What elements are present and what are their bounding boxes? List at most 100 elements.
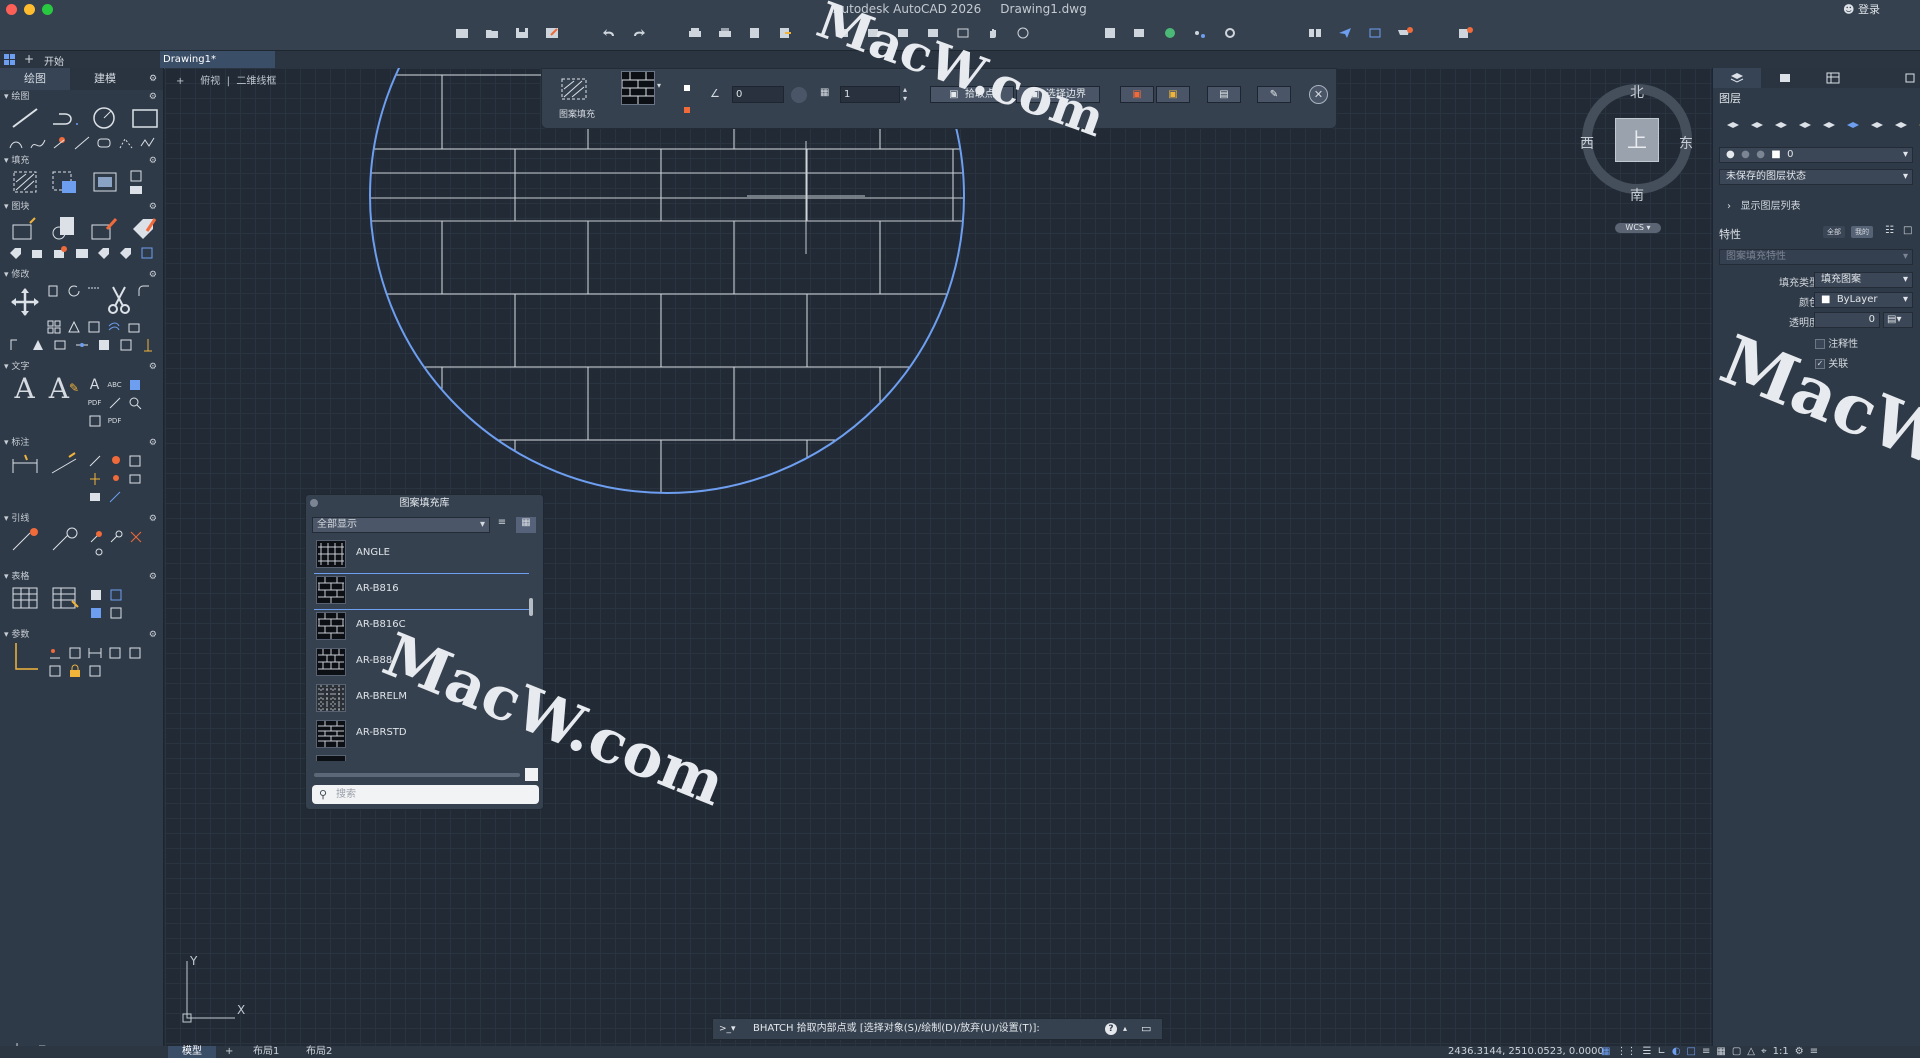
palette-close-button[interactable] (310, 499, 318, 507)
list-view-icon[interactable]: ≡ (492, 517, 512, 533)
dim-angular-icon[interactable] (105, 452, 125, 470)
rectangle-icon[interactable] (125, 104, 163, 132)
multiline-text-icon[interactable]: A (6, 372, 43, 405)
scale-input[interactable]: 1 (840, 86, 900, 103)
gear-icon[interactable]: ⚙ (149, 268, 157, 282)
pdf-icon[interactable]: PDF (85, 394, 105, 412)
app-menu-icon[interactable] (4, 54, 15, 68)
explode-icon[interactable] (6, 336, 26, 354)
pattern-search-input[interactable]: ⚲ 搜索 (312, 785, 539, 804)
find-icon[interactable] (125, 376, 145, 394)
viewcube-south[interactable]: 南 (1630, 185, 1644, 205)
delete-constraints-icon[interactable] (45, 662, 65, 680)
background-color-swatch[interactable] (684, 107, 690, 113)
leader-add-icon[interactable] (46, 526, 84, 554)
coincident-icon[interactable] (65, 644, 85, 662)
constraint-settings-icon[interactable] (105, 644, 125, 662)
table-link-icon[interactable] (86, 604, 106, 622)
hatch-options-button[interactable]: ▤ (1207, 86, 1241, 103)
block-attribute-icon[interactable] (94, 244, 114, 262)
polar-toggle-icon[interactable]: ◐ (1672, 1046, 1681, 1058)
table-icon[interactable] (6, 584, 44, 612)
lengthen-icon[interactable] (138, 336, 158, 354)
notifications-icon[interactable] (1450, 22, 1480, 44)
undo-icon[interactable] (594, 22, 624, 44)
data-extract-icon[interactable] (106, 586, 126, 604)
fillet-icon[interactable] (134, 282, 154, 300)
lineweight-toggle-icon[interactable]: ≡ (1702, 1046, 1710, 1058)
hatch-icon[interactable] (6, 168, 44, 196)
manage-attribute-icon[interactable] (50, 244, 70, 262)
gradient-icon[interactable] (46, 168, 84, 196)
viewcube-top-face[interactable]: 上 (1615, 118, 1659, 162)
section-leader-header[interactable]: ▾ 引线 ⚙ (4, 512, 163, 526)
visual-style[interactable]: 二维线框 (236, 76, 276, 87)
edit-block-icon[interactable] (86, 214, 124, 242)
move-icon[interactable] (6, 282, 44, 322)
attribute-icon[interactable] (125, 214, 163, 242)
dim-tolerance-icon[interactable] (125, 470, 145, 488)
block-editor-icon[interactable] (138, 244, 158, 262)
spline-icon[interactable] (28, 134, 48, 152)
tab-table[interactable] (1809, 68, 1857, 88)
region-icon[interactable] (126, 170, 146, 182)
tool-palettes-icon[interactable] (1125, 22, 1155, 44)
polyline-icon[interactable] (46, 104, 84, 132)
current-layer-select[interactable]: ● ● ● ■ 0 ▾ (1719, 147, 1913, 163)
define-attribute-icon[interactable] (6, 244, 26, 262)
command-share-icon[interactable]: ▭ (1141, 1019, 1151, 1039)
new-file-icon[interactable] (447, 22, 477, 44)
sync-attribute-icon[interactable] (72, 244, 92, 262)
gear-icon[interactable]: ⚙ (149, 570, 157, 584)
angle-dial[interactable] (791, 87, 807, 103)
dimensional-constraint-icon[interactable] (85, 644, 105, 662)
list-scrollbar[interactable] (529, 598, 533, 616)
wcs-menu[interactable]: WCS ▾ (1615, 223, 1661, 233)
model-tab[interactable]: 模型 (168, 1046, 216, 1058)
osnap-toggle-icon[interactable]: □ (1687, 1046, 1696, 1058)
layer-walk-icon[interactable] (1891, 118, 1911, 136)
gear-icon[interactable]: ⚙ (149, 154, 157, 168)
dim-update-icon[interactable] (105, 488, 125, 506)
transparency-input[interactable]: 0 (1814, 312, 1880, 328)
layer-merge-icon[interactable] (1915, 118, 1920, 136)
command-line[interactable]: >_▾ BHATCH 拾取内部点或 [选择对象(S)/绘制(D)/放弃(U)/设… (712, 1018, 1163, 1040)
grid-toggle-icon[interactable]: ▦ (1601, 1046, 1610, 1058)
redo-icon[interactable] (624, 22, 654, 44)
array-icon[interactable] (44, 318, 64, 336)
gear-icon[interactable]: ⚙ (149, 628, 157, 642)
break-icon[interactable] (50, 336, 70, 354)
gear-icon[interactable]: ⚙ (149, 360, 157, 374)
pickadd-icon[interactable]: □ (1903, 225, 1912, 236)
share-icon[interactable] (1185, 22, 1215, 44)
auto-constrain-icon[interactable] (45, 644, 65, 662)
scale-icon[interactable] (124, 318, 144, 336)
layer-isolate-icon[interactable] (1795, 118, 1815, 136)
rotate-icon[interactable] (64, 282, 84, 300)
hatch-boundary-circle[interactable] (369, 68, 965, 494)
share-view-icon[interactable] (1360, 22, 1390, 44)
save-icon[interactable] (507, 22, 537, 44)
gear-icon[interactable]: ⚙ (149, 200, 157, 214)
snap-toggle-icon[interactable]: ⋮⋮ (1616, 1046, 1636, 1058)
annotation-scale[interactable]: 1:1 (1773, 1046, 1789, 1058)
palette-settings-icon[interactable]: ⚙ (149, 68, 163, 90)
add-layout-icon[interactable]: + (225, 1046, 233, 1058)
pattern-preview[interactable] (621, 71, 655, 105)
base-point-icon[interactable] (116, 244, 136, 262)
drawing-tab[interactable]: Drawing1* (160, 51, 275, 69)
transparency-toggle-icon[interactable]: ▦ (1716, 1046, 1725, 1058)
table-update-icon[interactable] (106, 604, 126, 622)
new-tab-icon[interactable]: + (24, 52, 34, 66)
angle-input[interactable]: 0 (732, 86, 784, 103)
polygon-icon[interactable] (94, 134, 114, 152)
recreate-boundary-button[interactable]: ▣ (1156, 86, 1190, 103)
thumbnail-size-icon[interactable] (525, 768, 538, 781)
chamfer-icon[interactable] (94, 336, 114, 354)
pdf-import-icon[interactable]: PDF (105, 412, 125, 430)
annotation-scale-icon[interactable]: ⌖ (1761, 1046, 1767, 1058)
revcloud-icon[interactable] (138, 134, 158, 152)
layer-new-icon[interactable] (1747, 118, 1767, 136)
infer-toggle-icon[interactable]: ☰ (1642, 1046, 1651, 1058)
layer-state-icon[interactable] (1771, 118, 1791, 136)
